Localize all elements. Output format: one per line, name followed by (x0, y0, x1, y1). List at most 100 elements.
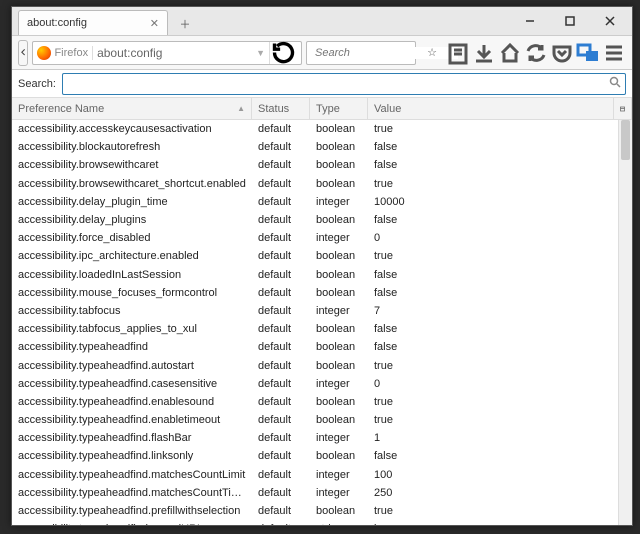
identity-label: Firefox (54, 47, 88, 59)
pref-value: true (368, 250, 632, 262)
pref-type: integer (310, 432, 368, 444)
preference-row[interactable]: accessibility.typeaheadfind.matchesCount… (12, 484, 632, 502)
preference-row[interactable]: accessibility.typeaheadfind.flashBardefa… (12, 429, 632, 447)
window-close-button[interactable] (590, 8, 630, 34)
pref-value: 250 (368, 487, 632, 499)
pref-value: false (368, 450, 632, 462)
header-status[interactable]: Status (252, 98, 310, 119)
preference-row[interactable]: accessibility.mouse_focuses_formcontrold… (12, 284, 632, 302)
config-search-field[interactable] (62, 73, 626, 95)
pref-type: integer (310, 469, 368, 481)
pref-value: 0 (368, 378, 632, 390)
pref-status: default (252, 487, 310, 499)
preference-row[interactable]: accessibility.blockautorefreshdefaultboo… (12, 138, 632, 156)
new-tab-button[interactable]: ＋ (172, 13, 198, 35)
pref-status: default (252, 450, 310, 462)
pref-type: boolean (310, 287, 368, 299)
reading-list-icon[interactable] (446, 41, 470, 65)
pref-name: accessibility.typeaheadfind.autostart (12, 360, 252, 372)
browser-tab[interactable]: about:config ✕ (18, 10, 168, 35)
pref-name: accessibility.typeaheadfind.flashBar (12, 432, 252, 444)
pref-type: boolean (310, 360, 368, 372)
preference-row[interactable]: accessibility.tabfocus_applies_to_xuldef… (12, 320, 632, 338)
back-button[interactable] (18, 40, 28, 66)
pref-value: false (368, 323, 632, 335)
preference-row[interactable]: accessibility.typeaheadfind.prefillwiths… (12, 502, 632, 520)
preference-row[interactable]: accessibility.typeaheadfind.linksonlydef… (12, 447, 632, 465)
preference-row[interactable]: accessibility.accesskeycausesactivationd… (12, 120, 632, 138)
pref-type: integer (310, 196, 368, 208)
pref-status: default (252, 232, 310, 244)
header-preference-name[interactable]: Preference Name▲ (12, 98, 252, 119)
config-search-input[interactable] (67, 78, 609, 90)
pref-type: integer (310, 305, 368, 317)
pref-value: true (368, 123, 632, 135)
preference-row[interactable]: accessibility.delay_plugin_timedefaultin… (12, 193, 632, 211)
pocket-icon[interactable] (550, 41, 574, 65)
preference-row[interactable]: accessibility.tabfocusdefaultinteger7 (12, 302, 632, 320)
pref-value: false (368, 159, 632, 171)
window-minimize-button[interactable] (510, 8, 550, 34)
translate-icon[interactable] (576, 41, 600, 65)
pref-value: false (368, 269, 632, 281)
pref-status: default (252, 159, 310, 171)
preference-row[interactable]: accessibility.typeaheadfind.matchesCount… (12, 466, 632, 484)
preference-row[interactable]: accessibility.browsewithcaret_shortcut.e… (12, 175, 632, 193)
preference-row[interactable]: accessibility.typeaheadfinddefaultboolea… (12, 338, 632, 356)
reload-button[interactable] (269, 42, 297, 64)
pref-value: 100 (368, 469, 632, 481)
pref-status: default (252, 141, 310, 153)
vertical-scrollbar[interactable] (618, 120, 632, 525)
pref-status: default (252, 414, 310, 426)
pref-value: false (368, 141, 632, 153)
pref-name: accessibility.typeaheadfind.enablesound (12, 396, 252, 408)
pref-status: default (252, 305, 310, 317)
pref-name: accessibility.browsewithcaret_shortcut.e… (12, 178, 252, 190)
url-input[interactable] (97, 46, 252, 60)
close-tab-icon[interactable]: ✕ (150, 17, 159, 30)
preference-row[interactable]: accessibility.browsewithcaretdefaultbool… (12, 156, 632, 174)
home-icon[interactable] (498, 41, 522, 65)
pref-name: accessibility.ipc_architecture.enabled (12, 250, 252, 262)
pref-value: true (368, 505, 632, 517)
window-maximize-button[interactable] (550, 8, 590, 34)
pref-status: default (252, 123, 310, 135)
pref-value: true (368, 360, 632, 372)
pref-name: accessibility.delay_plugin_time (12, 196, 252, 208)
pref-status: default (252, 505, 310, 517)
pref-type: boolean (310, 159, 368, 171)
downloads-icon[interactable] (472, 41, 496, 65)
pref-name: accessibility.loadedInLastSession (12, 269, 252, 281)
pref-name: accessibility.typeaheadfind.enabletimeou… (12, 414, 252, 426)
preference-row[interactable]: accessibility.ipc_architecture.enabledde… (12, 247, 632, 265)
pref-status: default (252, 432, 310, 444)
menu-icon[interactable] (602, 41, 626, 65)
pref-type: boolean (310, 178, 368, 190)
preference-row[interactable]: accessibility.typeaheadfind.enablesoundd… (12, 393, 632, 411)
preference-row[interactable]: accessibility.typeaheadfind.soundURLdefa… (12, 520, 632, 525)
preference-row[interactable]: accessibility.typeaheadfind.casesensitiv… (12, 375, 632, 393)
search-box[interactable] (306, 41, 416, 65)
preference-row[interactable]: accessibility.force_disableddefaultinteg… (12, 229, 632, 247)
preference-row[interactable]: accessibility.delay_pluginsdefaultboolea… (12, 211, 632, 229)
window-titlebar: about:config ✕ ＋ (12, 7, 632, 35)
pref-name: accessibility.tabfocus (12, 305, 252, 317)
pref-name: accessibility.typeaheadfind.casesensitiv… (12, 378, 252, 390)
pref-name: accessibility.delay_plugins (12, 214, 252, 226)
header-type[interactable]: Type (310, 98, 368, 119)
preference-row[interactable]: accessibility.loadedInLastSessiondefault… (12, 266, 632, 284)
url-dropdown-icon[interactable]: ▼ (256, 48, 265, 58)
preference-row[interactable]: accessibility.typeaheadfind.autostartdef… (12, 356, 632, 374)
pref-value: 1 (368, 432, 632, 444)
preference-row[interactable]: accessibility.typeaheadfind.enabletimeou… (12, 411, 632, 429)
pref-name: accessibility.typeaheadfind.linksonly (12, 450, 252, 462)
header-value[interactable]: Value (368, 98, 614, 119)
scrollbar-thumb[interactable] (621, 120, 630, 160)
bookmark-star-icon[interactable]: ☆ (420, 41, 444, 65)
sync-icon[interactable] (524, 41, 548, 65)
column-headers: Preference Name▲ Status Type Value (12, 98, 632, 120)
url-bar[interactable]: Firefox ▼ (32, 41, 302, 65)
site-identity[interactable]: Firefox (37, 46, 93, 60)
column-picker-icon[interactable] (614, 98, 632, 119)
pref-status: default (252, 341, 310, 353)
